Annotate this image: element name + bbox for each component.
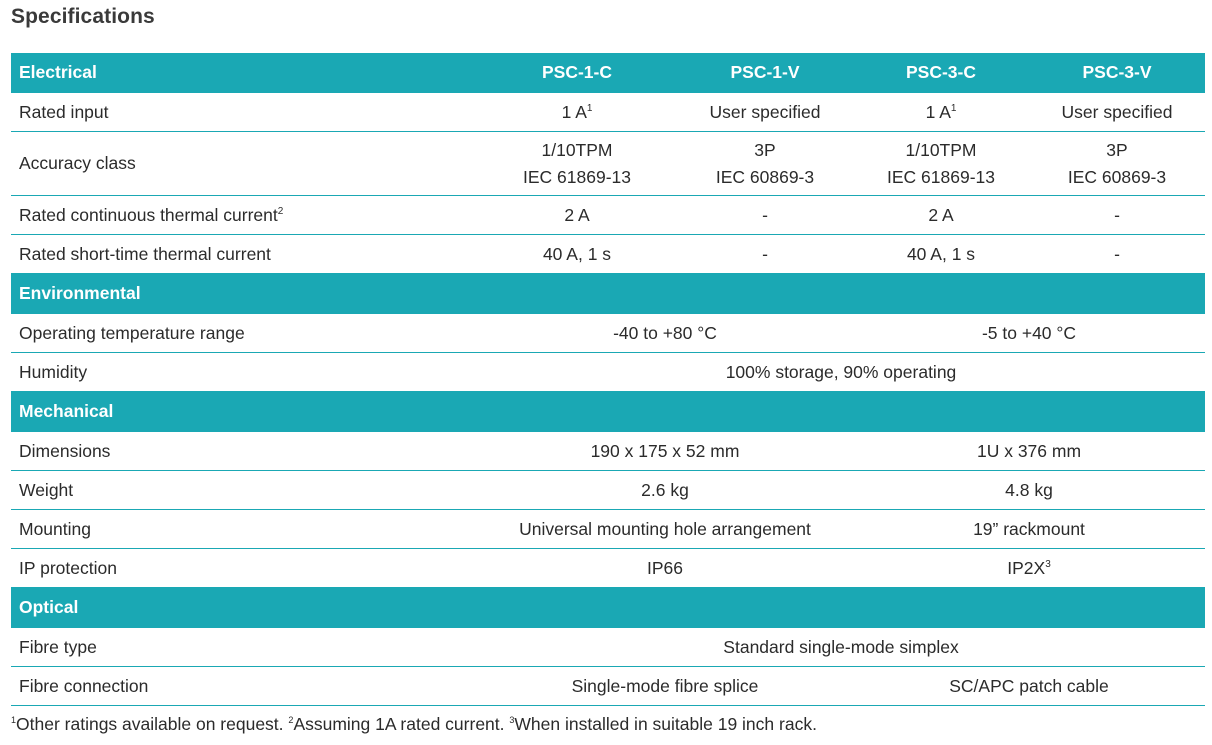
footnote-ref: 1 (586, 102, 593, 114)
table-cell: 190 x 175 x 52 mm (477, 431, 853, 471)
column-header-psc-3-v: PSC-3-V (1029, 53, 1205, 93)
table-cell: -40 to +80 °C (477, 313, 853, 353)
row-label: Fibre type (11, 627, 477, 667)
table-cell: - (1029, 234, 1205, 274)
section-header-optical: Optical (11, 587, 1205, 628)
section-header-electrical: Electrical PSC-1-C PSC-1-V PSC-3-C PSC-3… (11, 53, 1205, 93)
section-title: Electrical (11, 53, 477, 93)
row-label: Rated short-time thermal current (11, 234, 477, 274)
table-cell: 1U x 376 mm (853, 431, 1205, 471)
table-cell: Standard single-mode simplex (477, 627, 1205, 667)
table-cell: 1 A1 (853, 92, 1029, 132)
table-cell: 3P IEC 60869-3 (677, 131, 853, 196)
section-header-environmental: Environmental (11, 273, 1205, 314)
column-header-psc-1-c: PSC-1-C (477, 53, 677, 93)
table-cell: User specified (1029, 92, 1205, 132)
table-row-rated-input: Rated input 1 A1 User specified 1 A1 Use… (11, 92, 1205, 132)
row-label: Weight (11, 470, 477, 510)
table-cell: 3P IEC 60869-3 (1029, 131, 1205, 196)
table-cell: - (677, 234, 853, 274)
table-cell: -5 to +40 °C (853, 313, 1205, 353)
table-row-dimensions: Dimensions 190 x 175 x 52 mm 1U x 376 mm (11, 431, 1205, 471)
footnote-text: Other ratings available on request. (16, 714, 284, 734)
table-row-fibre-connection: Fibre connection Single-mode fibre splic… (11, 666, 1205, 706)
footnote-ref: 3 (1045, 558, 1051, 570)
footnote-ref: 2 (277, 205, 284, 217)
table-row-weight: Weight 2.6 kg 4.8 kg (11, 470, 1205, 510)
table-cell: IP2X3 (853, 548, 1205, 588)
table-cell: 1/10TPM IEC 61869-13 (853, 131, 1029, 196)
table-row-continuous-thermal-current: Rated continuous thermal current2 2 A - … (11, 195, 1205, 235)
table-cell: 2.6 kg (477, 470, 853, 510)
row-label: IP protection (11, 548, 477, 588)
row-label: Accuracy class (11, 131, 477, 196)
row-label: Fibre connection (11, 666, 477, 706)
table-cell: SC/APC patch cable (853, 666, 1205, 706)
table-row-operating-temperature: Operating temperature range -40 to +80 °… (11, 313, 1205, 353)
table-row-mounting: Mounting Universal mounting hole arrange… (11, 509, 1205, 549)
row-label: Operating temperature range (11, 313, 477, 353)
table-cell: 2 A (853, 195, 1029, 235)
table-row-accuracy-class: Accuracy class 1/10TPM IEC 61869-13 3P IEC… (11, 131, 1205, 196)
section-header-mechanical: Mechanical (11, 391, 1205, 432)
table-cell: IP66 (477, 548, 853, 588)
column-header-psc-3-c: PSC-3-C (853, 53, 1029, 93)
section-title: Mechanical (11, 391, 1205, 432)
footnote-text: Assuming 1A rated current. (293, 714, 505, 734)
table-row-short-time-thermal-current: Rated short-time thermal current 40 A, 1… (11, 234, 1205, 274)
row-label: Mounting (11, 509, 477, 549)
table-cell: 40 A, 1 s (853, 234, 1029, 274)
table-cell: - (1029, 195, 1205, 235)
table-cell: 4.8 kg (853, 470, 1205, 510)
footnote-text: When installed in suitable 19 inch rack. (514, 714, 817, 734)
table-cell: 40 A, 1 s (477, 234, 677, 274)
table-row-humidity: Humidity 100% storage, 90% operating (11, 352, 1205, 392)
table-cell: 2 A (477, 195, 677, 235)
section-title: Environmental (11, 273, 1205, 314)
page-title: Specifications (11, 5, 155, 28)
table-cell: 100% storage, 90% operating (477, 352, 1205, 392)
footnote-ref: 1 (950, 102, 957, 114)
footnotes: 1Other ratings available on request. 2As… (11, 714, 817, 735)
table-cell: User specified (677, 92, 853, 132)
table-row-ip-protection: IP protection IP66 IP2X3 (11, 548, 1205, 588)
table-cell: Single-mode fibre splice (477, 666, 853, 706)
row-label: Rated continuous thermal current2 (11, 195, 477, 235)
table-cell: Universal mounting hole arrangement (477, 509, 853, 549)
specifications-table: Electrical PSC-1-C PSC-1-V PSC-3-C PSC-3… (11, 53, 1205, 706)
row-label: Dimensions (11, 431, 477, 471)
row-label: Humidity (11, 352, 477, 392)
table-cell: 1/10TPM IEC 61869-13 (477, 131, 677, 196)
table-cell: 1 A1 (477, 92, 677, 132)
table-cell: - (677, 195, 853, 235)
row-label: Rated input (11, 92, 477, 132)
column-header-psc-1-v: PSC-1-V (677, 53, 853, 93)
section-title: Optical (11, 587, 1205, 628)
table-row-fibre-type: Fibre type Standard single-mode simplex (11, 627, 1205, 667)
table-cell: 19” rackmount (853, 509, 1205, 549)
